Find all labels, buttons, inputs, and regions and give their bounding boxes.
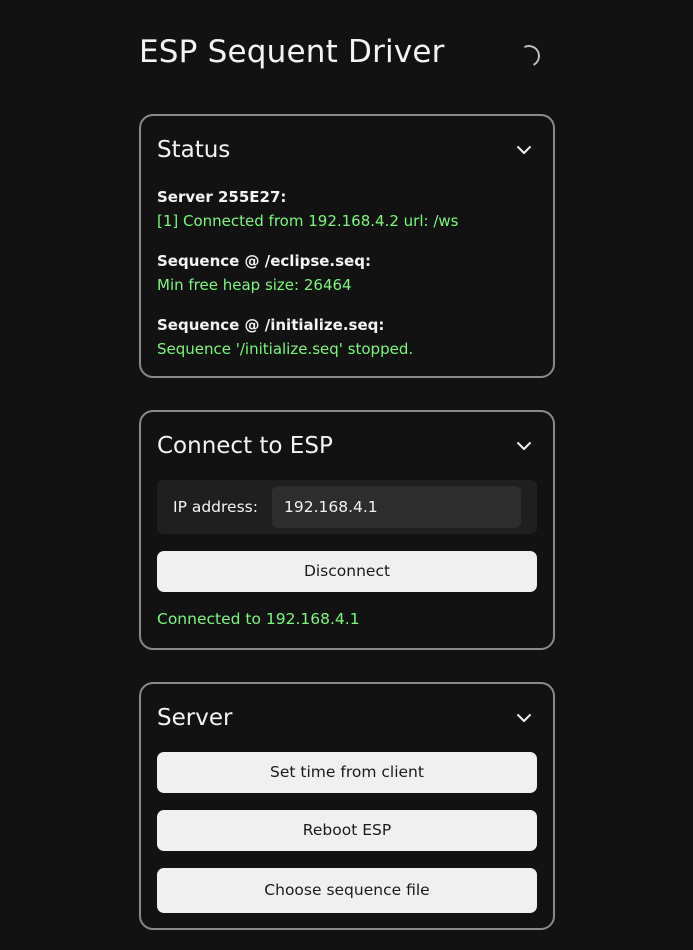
status-entry-value: [1] Connected from 192.168.4.2 url: /ws <box>157 212 459 230</box>
disconnect-button[interactable]: Disconnect <box>157 551 537 592</box>
status-entry: Sequence @ /eclipse.seq: Min free heap s… <box>157 250 543 298</box>
app-title: ESP Sequent Driver <box>139 34 445 70</box>
connect-card-title: Connect to ESP <box>157 433 333 459</box>
server-card: Server Set time from client Reboot ESP C… <box>139 682 555 930</box>
status-entry-label: Server 255E27: <box>157 188 287 206</box>
ip-address-input[interactable] <box>272 486 521 528</box>
status-entry-label: Sequence @ /initialize.seq: <box>157 316 385 334</box>
status-entry: Sequence @ /initialize.seq: Sequence '/i… <box>157 314 543 362</box>
connection-status-text: Connected to 192.168.4.1 <box>157 610 360 628</box>
status-entry-label: Sequence @ /eclipse.seq: <box>157 252 371 270</box>
set-time-button[interactable]: Set time from client <box>157 752 537 793</box>
server-card-header[interactable]: Server <box>157 702 537 734</box>
reboot-esp-button[interactable]: Reboot ESP <box>157 810 537 851</box>
loading-spinner-icon <box>515 42 543 70</box>
chevron-down-icon[interactable] <box>511 137 537 163</box>
status-entry-value: Min free heap size: 26464 <box>157 276 352 294</box>
status-entry: Server 255E27: [1] Connected from 192.16… <box>157 186 543 234</box>
server-card-title: Server <box>157 705 233 731</box>
connect-card-header[interactable]: Connect to ESP <box>157 430 537 462</box>
status-card: Status Server 255E27: [1] Connected from… <box>139 114 555 378</box>
page: ESP Sequent Driver Status Server 255E27:… <box>0 0 693 950</box>
status-card-header[interactable]: Status <box>157 134 537 166</box>
status-card-title: Status <box>157 137 231 163</box>
chevron-down-icon[interactable] <box>511 433 537 459</box>
ip-address-row: IP address: <box>157 480 537 534</box>
choose-sequence-file-button[interactable]: Choose sequence file <box>157 868 537 913</box>
ip-address-label: IP address: <box>173 498 258 516</box>
connect-card: Connect to ESP IP address: Disconnect Co… <box>139 410 555 650</box>
status-entry-value: Sequence '/initialize.seq' stopped. <box>157 340 414 358</box>
chevron-down-icon[interactable] <box>511 705 537 731</box>
